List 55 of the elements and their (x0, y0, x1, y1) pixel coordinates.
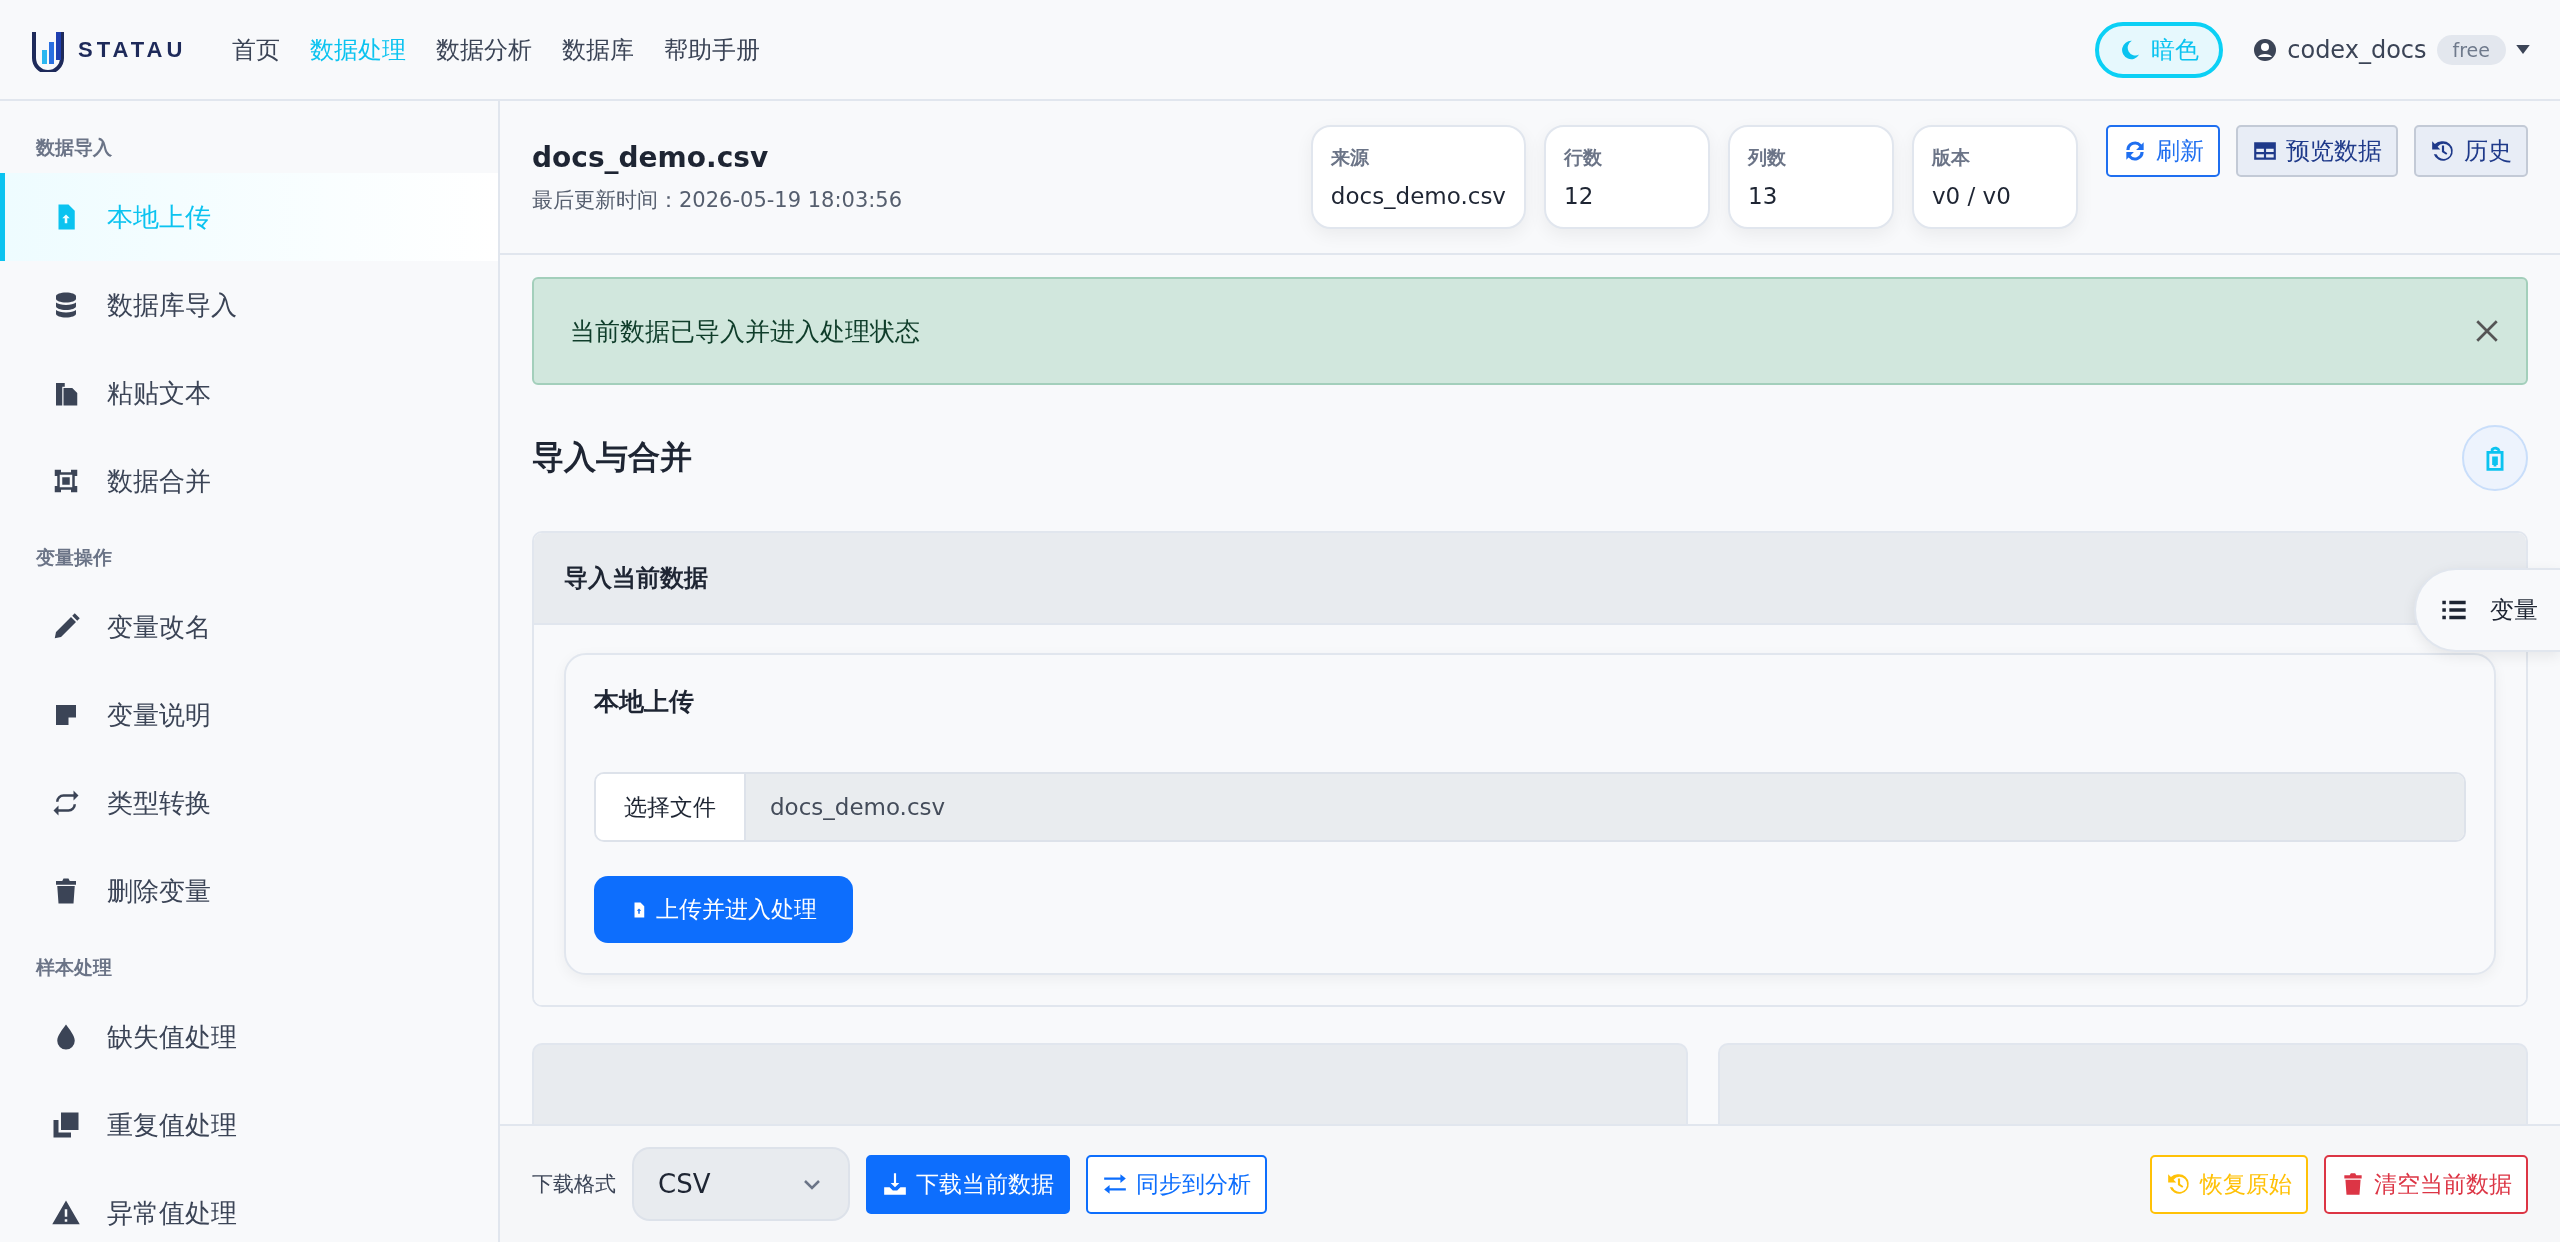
nav-link[interactable]: 首页 (232, 33, 281, 66)
stat-value: v0 / v0 (1932, 183, 2012, 209)
file-input[interactable]: 选择文件 docs_demo.csv (594, 772, 2466, 842)
format-label: 下载格式 (532, 1171, 616, 1198)
toolbar-button[interactable]: 刷新 (2106, 125, 2220, 177)
username[interactable]: codex_docs (2287, 35, 2427, 64)
sidebar-item[interactable]: 删除变量 (0, 847, 498, 935)
sidebar-item[interactable]: 缺失值处理 (0, 993, 498, 1081)
download-icon (882, 1171, 908, 1197)
nav-link[interactable]: 帮助手册 (664, 33, 761, 66)
sidebar-item[interactable]: 变量说明 (0, 671, 498, 759)
stat-label: 列数 (1748, 145, 1787, 170)
file-name: docs_demo.csv (532, 140, 770, 174)
plan-badge: free (2436, 34, 2506, 65)
repeat-arrows-icon (51, 788, 81, 818)
history-icon (2430, 138, 2456, 164)
file-name-value: docs_demo.csv (746, 774, 2464, 840)
format-select[interactable]: CSV (632, 1147, 850, 1221)
variables-tab[interactable]: 变量 (2414, 568, 2560, 652)
sidebar-section-title: 变量操作 (35, 545, 113, 570)
swap-arrows-icon (1102, 1171, 1128, 1197)
footer-button[interactable]: 清空当前数据 (2324, 1154, 2528, 1214)
nav-link[interactable]: 数据库 (562, 33, 635, 66)
sidebar-item[interactable]: 数据合并 (0, 437, 498, 525)
last-updated: 最后更新时间：2026-05-19 18:03:56 (532, 186, 904, 214)
sidebar-item[interactable]: 粘贴文本 (0, 349, 498, 437)
user-avatar-icon[interactable] (2253, 37, 2278, 62)
sidebar-item[interactable]: 异常值处理 (0, 1169, 498, 1242)
toolbar-button[interactable]: 预览数据 (2236, 125, 2398, 177)
section-title: 导入与合并 (532, 437, 692, 478)
choose-file-button[interactable]: 选择文件 (596, 774, 746, 840)
upload-button[interactable]: 上传并进入处理 (594, 876, 853, 943)
sidebar-item[interactable]: 重复值处理 (0, 1081, 498, 1169)
alert-message: 当前数据已导入并进入处理状态 (570, 315, 920, 348)
sidebar-item[interactable]: 变量改名 (0, 583, 498, 671)
sidebar-section-title: 数据导入 (35, 135, 113, 160)
stat-value: 12 (1564, 183, 1595, 209)
stat-label: 来源 (1330, 145, 1370, 170)
copy-icon (51, 1110, 81, 1140)
nav-link[interactable]: 数据分析 (436, 33, 533, 66)
caret-icon[interactable] (2516, 45, 2530, 54)
stat-label: 版本 (1932, 145, 1971, 170)
stat-value: docs_demo.csv (1330, 183, 1506, 209)
brand-name: STATAU (78, 36, 187, 63)
panel-title: 本地上传 (594, 686, 695, 718)
sidebar-section-title: 样本处理 (34, 955, 113, 980)
footer-button[interactable]: 同步到分析 (1086, 1154, 1267, 1214)
history-icon (2166, 1171, 2192, 1197)
sidebar-item[interactable]: 数据库导入 (0, 261, 498, 349)
close-icon[interactable] (2474, 318, 2500, 344)
footer-button[interactable]: 下载当前数据 (866, 1154, 1070, 1214)
sidebar-item[interactable]: 类型转换 (0, 759, 498, 847)
toolbar-button[interactable]: 历史 (2414, 125, 2528, 177)
stat-value: 13 (1748, 183, 1779, 209)
stat-label: 行数 (1564, 145, 1603, 170)
